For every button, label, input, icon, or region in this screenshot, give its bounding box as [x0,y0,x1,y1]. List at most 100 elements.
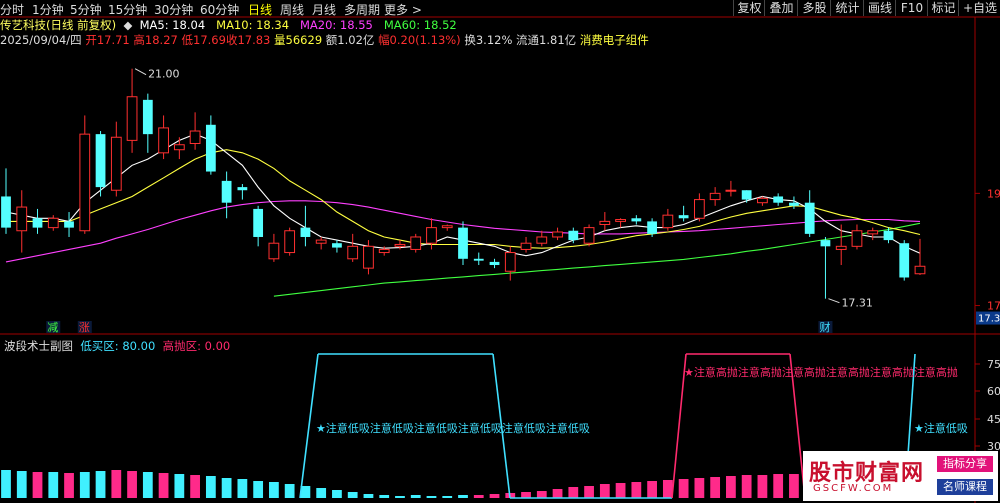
low-price-label: 17.31 [841,297,873,310]
candle-body [741,190,752,200]
wave-bar [395,496,405,498]
candle-body [820,240,831,247]
wave-bar [111,470,122,498]
kline-chart[interactable]: 191717.3121.0017.31减涨财75604530★注意低吸注意低吸注… [0,0,1000,503]
wave-bar [710,477,721,498]
wave-bar [237,479,248,498]
wave-bar [647,481,657,498]
wave-bar [631,482,642,498]
candle-body [64,221,74,228]
wave-bar [221,478,232,498]
wave-bar [64,473,74,498]
wave-bar [584,486,594,498]
candle-body [347,245,359,260]
wave-bar [16,471,27,498]
candle-body [1,196,11,228]
candle-body [142,99,153,135]
candle-body [237,187,248,191]
wave-bar [284,484,295,498]
wave-bar [205,476,216,498]
candle-body [363,245,374,269]
wave-bar [615,483,626,498]
candle-body [773,196,784,203]
candle-body [300,227,311,237]
candle-body [126,96,138,141]
event-marker-1: 涨 [79,321,90,334]
wave-bar [741,475,752,498]
sub-indicator-header: 波段术士副图 低买区: 80.00 高抛区: 0.00 [4,338,230,353]
candle-body [914,265,926,275]
candle-body [615,219,626,222]
high-price-label: 21.00 [148,68,180,81]
wave-bar [789,474,799,498]
wave-bar [694,478,705,498]
candle-body [883,230,894,241]
candle-body [268,242,280,260]
candle-body [662,214,674,229]
wave-bar [253,481,264,498]
candle-body [583,227,595,244]
candle-body [520,242,532,250]
candle-body [835,245,847,250]
candle-body [189,130,201,144]
candle-body [79,133,91,232]
candle-body [899,243,910,278]
wave-bar [127,471,137,498]
wave-bar [332,490,342,498]
watermark-tag-course[interactable]: 名师课程 [937,479,993,495]
candle-body [205,124,216,172]
wave-bar [48,472,59,498]
sub-tick-label: 75 [987,358,1000,371]
wave-bar [158,473,169,498]
sub-tick-label: 45 [987,413,1000,426]
candle-body [394,243,406,247]
price-tick-label: 17 [987,300,1000,313]
wave-bar [726,476,736,498]
wave-bar [552,489,563,498]
signal-label-1: ★注意高抛注意高抛注意高抛注意高抛注意高抛注意高抛 [684,365,958,379]
wave-bar [95,471,106,498]
candle-body [851,230,863,247]
candle-body [458,227,468,259]
candle-body [552,231,563,238]
candle-body [867,230,879,235]
wave-bar [142,472,153,498]
signal-label-2: ★注意低吸 [914,421,968,435]
wave-bar [442,496,453,498]
candle-body [709,192,721,201]
wave-bar [347,492,358,498]
signal-label-0: ★注意低吸注意低吸注意低吸注意低吸注意低吸注意低吸 [316,421,590,435]
high-pointer [134,68,147,76]
candle-body [568,230,579,241]
candle-body [173,144,185,151]
candle-body [332,243,342,248]
wave-bar [32,472,43,498]
wave-bar [190,475,200,498]
wave-bar [678,479,689,498]
current-price-label: 17.31 [978,314,1000,325]
candle-body [804,202,815,234]
event-marker-2: 财 [819,320,830,334]
wave-bar [79,472,90,498]
price-tick-label: 19 [987,187,1000,200]
wave-bar [316,488,327,498]
wave-bar [536,491,547,498]
wave-bar [521,492,531,498]
wave-bar [269,482,279,498]
candle-body [504,252,516,272]
candle-body [32,218,43,228]
sub-indicator-name[interactable]: 波段术士副图 [4,339,73,353]
candle-body [47,217,59,229]
wave-bar [489,494,500,498]
candle-body [110,136,122,191]
candle-body [441,225,453,229]
candle-body [221,180,232,203]
wave-bar [662,480,673,498]
candle-body [410,236,422,250]
watermark-stamp: 股市财富网 GSCFW.COM 指标分享 名师课程 [803,451,998,501]
candle-body [599,220,611,226]
watermark-tag-share[interactable]: 指标分享 [937,456,993,472]
candle-body [647,221,657,234]
candle-body [473,258,484,261]
candle-body [95,134,106,188]
